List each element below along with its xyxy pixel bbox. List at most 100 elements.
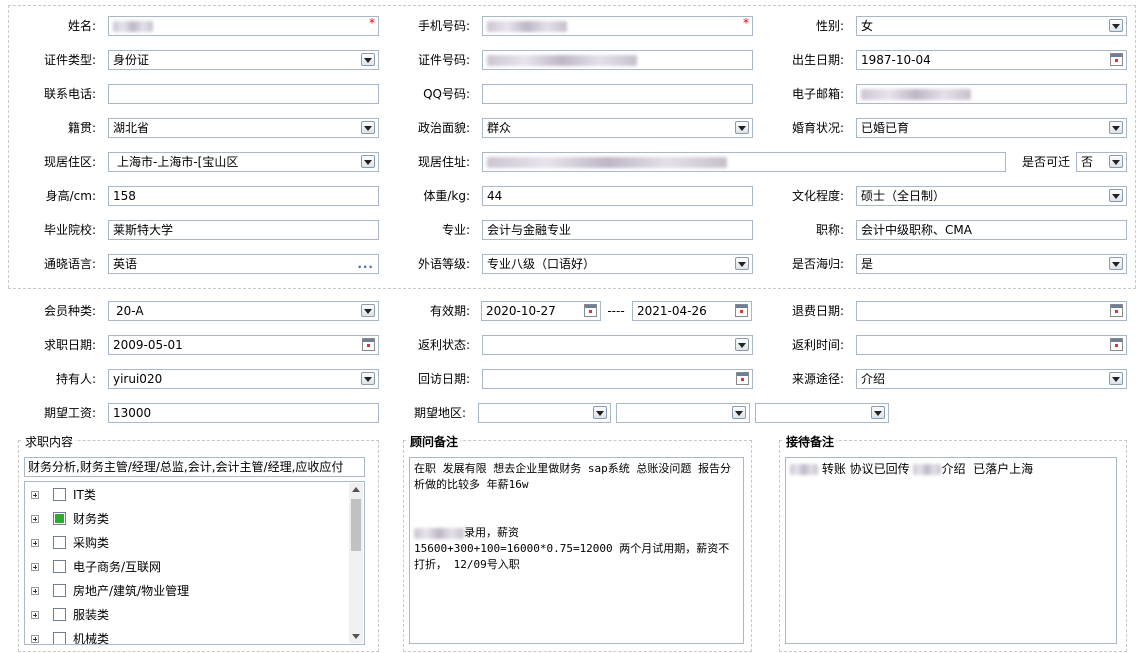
chevron-down-icon[interactable] bbox=[735, 257, 749, 270]
calendar-icon[interactable] bbox=[1110, 53, 1123, 66]
chevron-down-icon[interactable] bbox=[1109, 372, 1123, 385]
plus-expand-icon[interactable] bbox=[31, 539, 39, 547]
name-field[interactable]: * bbox=[108, 16, 379, 36]
tree-scrollbar[interactable] bbox=[349, 483, 363, 643]
chevron-down-icon[interactable] bbox=[361, 121, 375, 134]
plus-expand-icon[interactable] bbox=[31, 635, 39, 643]
native-place-select[interactable]: 湖北省 bbox=[108, 118, 379, 138]
source-select[interactable]: 介绍 bbox=[856, 369, 1127, 389]
residence-area-select[interactable]: 上海市-上海市-[宝山区 bbox=[108, 152, 379, 172]
phone-field[interactable] bbox=[108, 84, 379, 104]
id-number-field[interactable] bbox=[482, 50, 753, 70]
calendar-icon[interactable] bbox=[362, 338, 375, 351]
overseas-select[interactable]: 是 bbox=[856, 254, 1127, 274]
chevron-down-icon[interactable] bbox=[361, 304, 375, 317]
checkbox[interactable] bbox=[53, 632, 66, 644]
id-type-select[interactable]: 身份证 bbox=[108, 50, 379, 70]
native-place-label: 籍贯: bbox=[67, 121, 96, 135]
redacted-email bbox=[861, 89, 971, 100]
chevron-down-icon[interactable] bbox=[735, 121, 749, 134]
checkbox[interactable] bbox=[53, 536, 66, 549]
birth-date-field[interactable]: 1987-10-04 bbox=[856, 50, 1127, 70]
refund-date-field[interactable] bbox=[856, 301, 1127, 321]
calendar-icon[interactable] bbox=[735, 304, 748, 317]
validity-from-field[interactable]: 2020-10-27 bbox=[481, 301, 601, 321]
gender-select[interactable]: 女 bbox=[856, 16, 1127, 36]
tree-item-label: 服装类 bbox=[73, 608, 110, 622]
more-dots-icon[interactable]: ... bbox=[357, 255, 374, 273]
chevron-down-icon[interactable] bbox=[361, 372, 375, 385]
chevron-down-icon[interactable] bbox=[732, 406, 746, 419]
scroll-up-icon[interactable] bbox=[352, 487, 360, 492]
rebate-time-label: 返利时间: bbox=[791, 338, 844, 352]
height-field[interactable]: 158 bbox=[108, 186, 379, 206]
title-field[interactable]: 会计中级职称、CMA bbox=[856, 220, 1127, 240]
qq-field[interactable] bbox=[482, 84, 753, 104]
political-select[interactable]: 群众 bbox=[482, 118, 753, 138]
chevron-down-icon[interactable] bbox=[361, 155, 375, 168]
scroll-thumb[interactable] bbox=[351, 499, 361, 551]
reception-notes-textarea[interactable]: 转账 协议已回传 介绍 已落户上海 bbox=[785, 457, 1117, 644]
education-select[interactable]: 硕士（全日制） bbox=[856, 186, 1127, 206]
chevron-down-icon[interactable] bbox=[1109, 257, 1123, 270]
weight-field[interactable]: 44 bbox=[482, 186, 753, 206]
foreign-level-label: 外语等级: bbox=[417, 257, 470, 271]
relocate-select[interactable]: 否 bbox=[1076, 152, 1127, 172]
job-category-tree[interactable]: IT类 财务类 采购类 电子商务/互联网 房地产/建筑/物业管理 服装类 机械类 bbox=[24, 481, 365, 645]
chevron-down-icon[interactable] bbox=[593, 406, 607, 419]
rebate-time-field[interactable] bbox=[856, 335, 1127, 355]
consultant-notes-textarea[interactable]: 在职 发展有限 想去企业里做财务 sap系统 总账没问题 报告分析做的比较多 年… bbox=[409, 457, 744, 644]
calendar-icon[interactable] bbox=[1110, 338, 1123, 351]
holder-select[interactable]: yirui020 bbox=[108, 369, 379, 389]
checkbox[interactable] bbox=[53, 488, 66, 501]
overseas-label: 是否海归: bbox=[791, 257, 844, 271]
rebate-status-select[interactable] bbox=[482, 335, 753, 355]
chevron-down-icon[interactable] bbox=[1109, 19, 1123, 32]
chevron-down-icon[interactable] bbox=[1109, 121, 1123, 134]
residence-address-field[interactable] bbox=[482, 152, 1006, 172]
plus-expand-icon[interactable] bbox=[31, 491, 39, 499]
redacted-referrer bbox=[913, 464, 942, 475]
scroll-down-icon[interactable] bbox=[352, 634, 360, 639]
expected-area-province-select[interactable] bbox=[478, 403, 611, 423]
calendar-icon[interactable] bbox=[1110, 304, 1123, 317]
marital-value: 已婚已育 bbox=[861, 121, 910, 135]
validity-separator: ---- bbox=[607, 304, 625, 318]
expected-area-district-select[interactable] bbox=[755, 403, 889, 423]
chevron-down-icon[interactable] bbox=[735, 338, 749, 351]
expected-salary-field[interactable]: 13000 bbox=[108, 403, 379, 423]
job-content-summary-field[interactable]: 财务分析,财务主管/经理/总监,会计,会计主管/经理,应收应付 bbox=[24, 457, 365, 477]
weight-label: 体重/kg: bbox=[423, 189, 470, 203]
checkbox[interactable] bbox=[53, 608, 66, 621]
plus-expand-icon[interactable] bbox=[31, 563, 39, 571]
checkbox[interactable] bbox=[53, 584, 66, 597]
member-type-select[interactable]: 20-A bbox=[108, 301, 379, 321]
checkbox[interactable] bbox=[53, 560, 66, 573]
foreign-level-select[interactable]: 专业八级（口语好） bbox=[482, 254, 753, 274]
school-field[interactable]: 莱斯特大学 bbox=[108, 220, 379, 240]
weight-value: 44 bbox=[487, 189, 503, 203]
validity-to-field[interactable]: 2021-04-26 bbox=[632, 301, 752, 321]
plus-expand-icon[interactable] bbox=[31, 587, 39, 595]
apply-date-field[interactable]: 2009-05-01 bbox=[108, 335, 379, 355]
name-label: 姓名: bbox=[67, 19, 96, 33]
email-field[interactable] bbox=[856, 84, 1127, 104]
rebate-status-label: 返利状态: bbox=[417, 338, 470, 352]
calendar-icon[interactable] bbox=[584, 304, 597, 317]
languages-field[interactable]: 英语 ... bbox=[108, 254, 379, 274]
plus-expand-icon[interactable] bbox=[31, 611, 39, 619]
section-divider bbox=[8, 288, 1136, 289]
chevron-down-icon[interactable] bbox=[1109, 189, 1123, 202]
chevron-down-icon[interactable] bbox=[1109, 155, 1123, 168]
plus-expand-icon[interactable] bbox=[31, 515, 39, 523]
chevron-down-icon[interactable] bbox=[361, 53, 375, 66]
expected-area-city-select[interactable] bbox=[616, 403, 750, 423]
checkbox-checked[interactable] bbox=[53, 512, 66, 525]
major-field[interactable]: 会计与金融专业 bbox=[482, 220, 753, 240]
mobile-field[interactable]: * bbox=[482, 16, 753, 36]
residence-area-label: 现居住区: bbox=[43, 155, 96, 169]
marital-select[interactable]: 已婚已育 bbox=[856, 118, 1127, 138]
chevron-down-icon[interactable] bbox=[871, 406, 885, 419]
calendar-icon[interactable] bbox=[736, 372, 749, 385]
visit-date-field[interactable] bbox=[482, 369, 753, 389]
